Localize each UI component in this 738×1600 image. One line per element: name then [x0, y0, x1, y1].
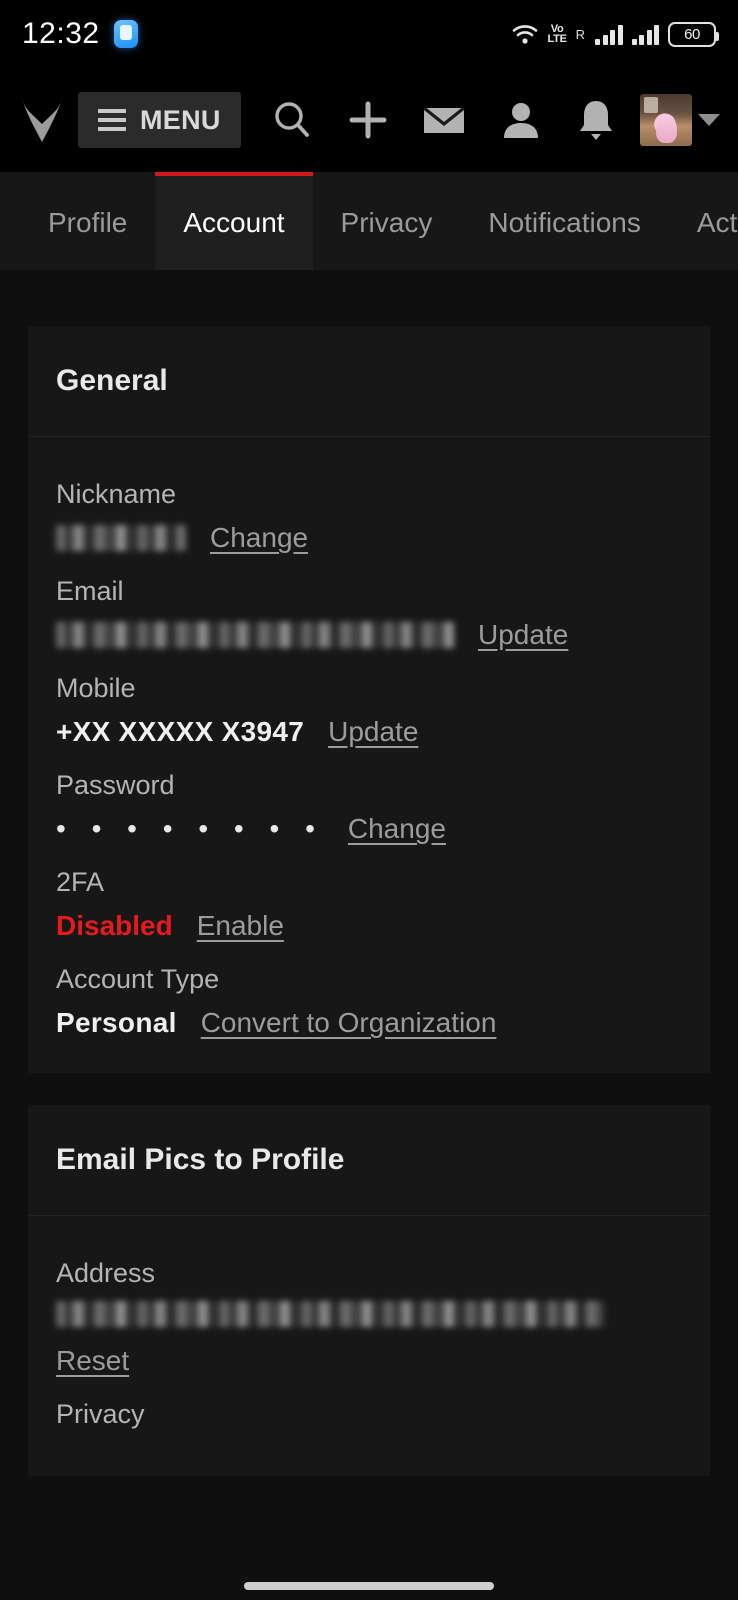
- status-bar-left: 12:32: [22, 17, 138, 51]
- bell-icon[interactable]: [574, 97, 618, 143]
- roaming-icon: R: [575, 26, 585, 42]
- field-mobile-label: Mobile: [56, 673, 136, 703]
- field-email-value-redacted: [56, 622, 454, 648]
- field-email: Email Update: [56, 554, 682, 651]
- battery-icon: 60: [668, 21, 719, 47]
- tab-profile[interactable]: Profile: [0, 172, 155, 270]
- field-2fa: 2FA Disabled Enable: [56, 845, 682, 942]
- menu-button-label: MENU: [140, 104, 221, 135]
- field-nickname-value-redacted: [56, 525, 186, 551]
- email-pics-card-title: Email Pics to Profile: [56, 1143, 345, 1176]
- field-account-type-row: Personal Convert to Organization: [56, 1007, 682, 1039]
- wifi-icon: [511, 23, 539, 45]
- field-2fa-row: Disabled Enable: [56, 910, 682, 942]
- general-card-title: General: [56, 364, 168, 397]
- field-password: Password • • • • • • • • Change: [56, 748, 682, 845]
- person-icon[interactable]: [499, 98, 543, 142]
- general-card: General Nickname Change Email Update Mob…: [28, 326, 710, 1073]
- general-card-body: Nickname Change Email Update Mobile +XX …: [28, 437, 710, 1073]
- hamburger-icon: [98, 109, 126, 131]
- status-clock: 12:32: [22, 17, 100, 50]
- signal-icon-1: [595, 23, 623, 45]
- mail-icon[interactable]: [421, 100, 467, 140]
- field-2fa-label: 2FA: [56, 867, 105, 897]
- email-pics-card: Email Pics to Profile Address Reset Priv…: [28, 1105, 710, 1476]
- mobile-update-link[interactable]: Update: [328, 716, 418, 748]
- field-email-label: Email: [56, 576, 124, 606]
- status-bar-right: Vo LTE R 60: [511, 21, 719, 47]
- field-password-label: Password: [56, 770, 175, 800]
- tab-notifications[interactable]: Notifications: [460, 172, 669, 270]
- status-badge-2fa: Disabled: [56, 910, 173, 941]
- app-bar-icons: [241, 97, 634, 143]
- plus-icon[interactable]: [346, 98, 390, 142]
- home-indicator[interactable]: [244, 1582, 494, 1590]
- email-pics-card-body: Address Reset Privacy: [28, 1216, 710, 1476]
- field-mobile-value: +XX XXXXX X3947: [56, 716, 305, 747]
- app-bar: MENU: [0, 68, 738, 172]
- field-privacy: Privacy: [56, 1377, 682, 1430]
- field-account-type-value: Personal: [56, 1007, 177, 1038]
- account-settings-page: General Nickname Change Email Update Mob…: [0, 270, 738, 1600]
- field-address-label: Address: [56, 1258, 156, 1288]
- menu-button[interactable]: MENU: [78, 92, 241, 148]
- nickname-change-link[interactable]: Change: [210, 522, 308, 554]
- site-logo-icon[interactable]: [18, 94, 66, 146]
- status-bar: 12:32 Vo LTE R 60: [0, 0, 738, 68]
- field-mobile-row: +XX XXXXX X3947 Update: [56, 716, 682, 748]
- email-update-link[interactable]: Update: [478, 619, 568, 651]
- field-email-row: Update: [56, 619, 682, 651]
- tab-activity[interactable]: Activi: [669, 172, 738, 270]
- chip-icon: [113, 20, 138, 48]
- user-menu[interactable]: [640, 94, 720, 146]
- settings-tab-bar: Profile Account Privacy Notifications Ac…: [0, 172, 738, 270]
- field-nickname-row: Change: [56, 522, 682, 554]
- field-account-type: Account Type Personal Convert to Organiz…: [56, 942, 682, 1039]
- 2fa-enable-link[interactable]: Enable: [197, 910, 284, 942]
- address-reset-link[interactable]: Reset: [56, 1345, 129, 1377]
- signal-icon-2: [631, 23, 659, 45]
- email-pics-card-header: Email Pics to Profile: [28, 1105, 710, 1216]
- field-address: Address Reset: [56, 1240, 682, 1377]
- field-nickname: Nickname Change: [56, 461, 682, 554]
- general-card-header: General: [28, 326, 710, 437]
- convert-to-organization-link[interactable]: Convert to Organization: [201, 1007, 497, 1039]
- field-privacy-label: Privacy: [56, 1399, 145, 1429]
- field-address-value-redacted: [56, 1301, 604, 1327]
- field-password-value: • • • • • • • •: [56, 813, 324, 844]
- field-address-action-row: Reset: [56, 1345, 682, 1377]
- chevron-down-icon[interactable]: [698, 114, 720, 126]
- field-nickname-label: Nickname: [56, 479, 177, 509]
- avatar[interactable]: [640, 94, 692, 146]
- field-mobile: Mobile +XX XXXXX X3947 Update: [56, 651, 682, 748]
- search-icon[interactable]: [270, 98, 314, 142]
- field-address-row: [56, 1301, 682, 1327]
- volte-icon: Vo LTE: [547, 23, 567, 45]
- field-account-type-label: Account Type: [56, 964, 220, 994]
- password-change-link[interactable]: Change: [348, 813, 446, 845]
- tab-privacy[interactable]: Privacy: [313, 172, 461, 270]
- field-password-row: • • • • • • • • Change: [56, 813, 682, 845]
- tab-account[interactable]: Account: [155, 172, 313, 270]
